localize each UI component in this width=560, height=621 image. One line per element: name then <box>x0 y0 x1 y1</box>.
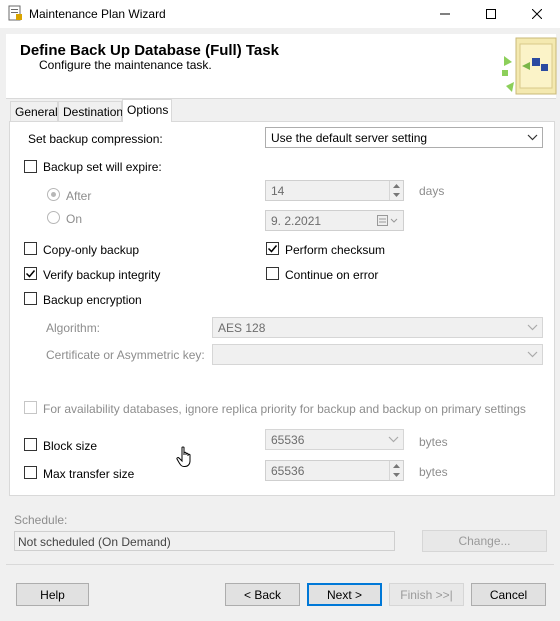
finish-label: Finish >>| <box>400 587 453 602</box>
tab-options[interactable]: Options <box>122 99 172 122</box>
cancel-label: Cancel <box>489 587 528 602</box>
spin-down-icon <box>393 193 400 198</box>
check-icon <box>267 245 278 253</box>
continue-on-error-checkbox[interactable] <box>266 267 279 280</box>
wizard-header: Define Back Up Database (Full) Task Conf… <box>6 34 558 99</box>
compression-value: Use the default server setting <box>271 131 428 145</box>
checksum-checkbox[interactable] <box>266 242 279 255</box>
close-button[interactable] <box>514 0 560 28</box>
tab-options-label: Options <box>127 103 169 117</box>
maintenance-graphic-icon <box>498 36 558 98</box>
compression-label: Set backup compression: <box>28 132 163 146</box>
spinner-buttons[interactable] <box>389 181 403 200</box>
encryption-checkbox[interactable] <box>24 292 37 305</box>
spinner-buttons[interactable] <box>389 461 403 480</box>
block-size-checkbox[interactable] <box>24 438 37 451</box>
footer-divider <box>6 564 554 565</box>
after-label: After <box>66 189 92 203</box>
after-days-spinner[interactable]: 14 <box>265 180 404 201</box>
on-label: On <box>66 212 83 226</box>
minimize-button[interactable] <box>422 0 468 28</box>
tab-general[interactable]: General <box>10 101 58 121</box>
checksum-label: Perform checksum <box>285 243 386 257</box>
back-button[interactable]: < Back <box>225 583 300 606</box>
availability-checkbox[interactable] <box>24 401 37 414</box>
next-label: Next > <box>326 587 362 602</box>
algorithm-label: Algorithm: <box>46 321 101 335</box>
compression-select[interactable]: Use the default server setting <box>265 127 543 148</box>
expire-checkbox[interactable] <box>24 160 37 173</box>
algorithm-value: AES 128 <box>218 321 266 335</box>
expire-label: Backup set will expire: <box>43 160 162 174</box>
after-days-value: 14 <box>271 184 285 198</box>
spin-down-icon <box>393 473 400 478</box>
max-transfer-label: Max transfer size <box>43 467 135 481</box>
max-transfer-spinner[interactable]: 65536 <box>265 460 404 481</box>
change-schedule-label: Change... <box>458 534 511 548</box>
page-title: Define Back Up Database (Full) Task <box>20 42 279 59</box>
title-bar[interactable]: Maintenance Plan Wizard <box>0 0 560 28</box>
window-title: Maintenance Plan Wizard <box>29 7 166 21</box>
on-date-picker[interactable]: 9. 2.2021 <box>265 210 404 231</box>
spin-up-icon <box>393 183 400 188</box>
chevron-down-icon <box>527 351 538 358</box>
copy-only-label: Copy-only backup <box>43 243 140 257</box>
cancel-button[interactable]: Cancel <box>471 583 546 606</box>
wizard-app-icon <box>7 5 23 21</box>
verify-checkbox[interactable] <box>24 267 37 280</box>
block-size-label: Block size <box>43 439 98 453</box>
help-button[interactable]: Help <box>16 583 89 606</box>
maximize-icon <box>486 9 496 19</box>
availability-label: For availability databases, ignore repli… <box>43 402 526 416</box>
back-label: < Back <box>243 587 282 602</box>
max-transfer-value: 65536 <box>271 464 305 478</box>
schedule-label: Schedule: <box>14 513 68 527</box>
check-icon <box>25 270 36 278</box>
maximize-button[interactable] <box>468 0 514 28</box>
block-size-select[interactable]: 65536 <box>265 429 404 450</box>
schedule-value: Not scheduled (On Demand) <box>18 535 171 549</box>
close-icon <box>532 9 542 19</box>
finish-button[interactable]: Finish >>| <box>389 583 464 606</box>
next-button[interactable]: Next > <box>307 583 382 606</box>
spin-up-icon <box>393 463 400 468</box>
chevron-down-icon <box>527 134 538 141</box>
page-subtitle: Configure the maintenance task. <box>39 58 212 72</box>
change-schedule-button[interactable]: Change... <box>422 530 547 552</box>
verify-label: Verify backup integrity <box>43 268 161 282</box>
block-size-value: 65536 <box>271 433 305 447</box>
minimize-icon <box>440 13 450 15</box>
on-date-value: 9. 2.2021 <box>271 214 322 228</box>
schedule-field[interactable]: Not scheduled (On Demand) <box>14 531 395 551</box>
copy-only-checkbox[interactable] <box>24 242 37 255</box>
on-radio[interactable] <box>47 211 60 224</box>
tab-destination-label: Destination <box>63 105 124 119</box>
chevron-down-icon <box>388 436 399 443</box>
after-radio[interactable] <box>47 188 60 201</box>
hand-cursor-icon <box>176 446 194 471</box>
certificate-label: Certificate or Asymmetric key: <box>46 348 205 362</box>
continue-on-error-label: Continue on error <box>285 268 379 282</box>
tab-destination[interactable]: Destination <box>58 101 124 121</box>
chevron-down-icon <box>527 324 538 331</box>
tab-general-label: General <box>15 105 58 119</box>
max-transfer-checkbox[interactable] <box>24 466 37 479</box>
calendar-dropdown-icon <box>377 215 398 226</box>
block-size-unit: bytes <box>419 435 448 449</box>
encryption-label: Backup encryption <box>43 293 142 307</box>
certificate-select[interactable] <box>212 344 543 365</box>
max-transfer-unit: bytes <box>419 465 448 479</box>
algorithm-select[interactable]: AES 128 <box>212 317 543 338</box>
help-label: Help <box>40 587 65 602</box>
after-days-unit: days <box>419 184 445 198</box>
